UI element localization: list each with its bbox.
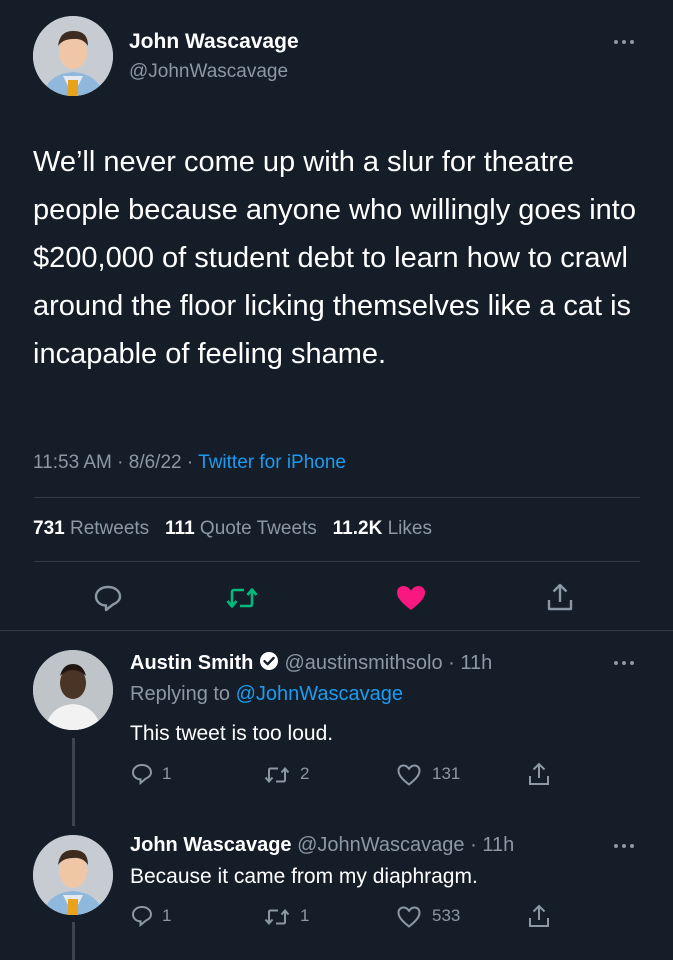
like-icon[interactable] (397, 906, 421, 928)
reply-time[interactable]: 11h (460, 652, 492, 674)
avatar[interactable] (33, 16, 113, 96)
author-name[interactable]: John Wascavage (129, 30, 299, 54)
tweet-meta: 11:53 AM · 8/6/22 · Twitter for iPhone (33, 452, 346, 473)
share-icon[interactable] (527, 903, 551, 929)
retweet-icon[interactable] (264, 765, 290, 785)
reply-icon[interactable] (93, 584, 123, 612)
reply-count: 1 (162, 764, 172, 783)
more-options-icon[interactable] (614, 659, 638, 667)
divider (34, 497, 640, 498)
more-options-icon[interactable] (614, 842, 638, 850)
retweets-stat[interactable]: 731 Retweets (33, 518, 149, 539)
author-name[interactable]: Austin Smith (130, 652, 253, 674)
reply-text: Because it came from my diaphragm. (130, 865, 478, 888)
like-count: 131 (432, 764, 461, 783)
likes-stat[interactable]: 11.2K Likes (333, 518, 432, 539)
retweet-count: 1 (300, 906, 310, 925)
tweet-text: We’ll never come up with a slur for thea… (33, 146, 636, 370)
thread-line (72, 738, 75, 826)
reply-text: This tweet is too loud. (130, 722, 334, 745)
reply-icon[interactable] (131, 905, 153, 927)
verified-badge-icon (259, 651, 279, 677)
share-icon[interactable] (527, 761, 551, 787)
retweet-icon[interactable] (226, 586, 258, 610)
tweet-date[interactable]: 8/6/22 (129, 452, 182, 473)
reply-count: 1 (162, 906, 172, 925)
author-name[interactable]: John Wascavage (130, 834, 292, 856)
author-handle[interactable]: @austinsmithsolo (284, 652, 442, 674)
retweet-icon[interactable] (264, 907, 290, 927)
divider (0, 630, 673, 631)
reply-header: John Wascavage @JohnWascavage · 11h (130, 834, 515, 856)
replying-to-handle[interactable]: @JohnWascavage (236, 683, 403, 705)
avatar[interactable] (33, 650, 113, 730)
tweet-source[interactable]: Twitter for iPhone (198, 452, 346, 473)
avatar[interactable] (33, 835, 113, 915)
like-count: 533 (432, 906, 461, 925)
reply-icon[interactable] (131, 763, 153, 785)
quote-tweets-stat[interactable]: 111 Quote Tweets (165, 518, 317, 539)
divider (34, 561, 640, 562)
author-handle[interactable]: @JohnWascavage (129, 61, 288, 83)
author-handle[interactable]: @JohnWascavage (297, 834, 464, 856)
tweet-stats: 731 Retweets 111 Quote Tweets 11.2K Like… (33, 518, 432, 540)
tweet-time: 11:53 AM (33, 452, 112, 473)
share-icon[interactable] (546, 582, 574, 612)
like-icon[interactable] (397, 764, 421, 786)
more-options-icon[interactable] (614, 38, 638, 46)
thread-line (72, 922, 75, 960)
retweet-count: 2 (300, 764, 310, 783)
reply-header: Austin Smith @austinsmithsolo · 11h (130, 651, 492, 677)
reply-time[interactable]: 11h (482, 834, 514, 856)
replying-to: Replying to @JohnWascavage (130, 683, 404, 705)
like-icon[interactable] (396, 585, 426, 611)
